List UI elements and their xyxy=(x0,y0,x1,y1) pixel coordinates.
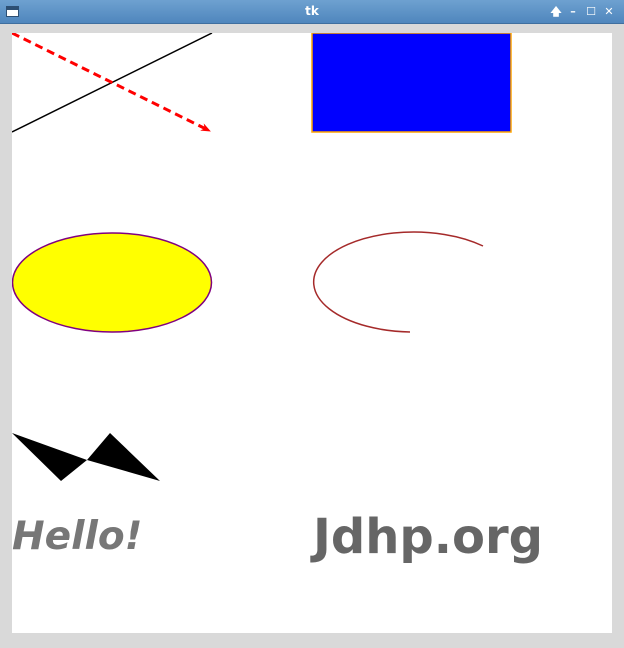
brand-text: Jdhp.org xyxy=(310,509,543,565)
close-icon[interactable]: ✕ xyxy=(602,4,616,20)
brown-arc xyxy=(312,231,484,333)
canvas-svg: Hello! Jdhp.org xyxy=(12,33,543,565)
window-title: tk xyxy=(305,4,319,18)
raise-icon[interactable]: 🡅 xyxy=(549,4,563,20)
window-titlebar[interactable]: tk 🡅 – ☐ ✕ xyxy=(0,0,624,24)
yellow-oval xyxy=(12,232,213,333)
red-dashed-arrow xyxy=(12,33,211,133)
maximize-icon[interactable]: ☐ xyxy=(584,4,598,20)
drawing-canvas[interactable]: Hello! Jdhp.org xyxy=(12,33,612,633)
hello-text: Hello! xyxy=(12,514,142,559)
minimize-icon[interactable]: – xyxy=(566,4,580,20)
blue-rectangle xyxy=(311,33,512,133)
black-polygon xyxy=(12,433,160,481)
